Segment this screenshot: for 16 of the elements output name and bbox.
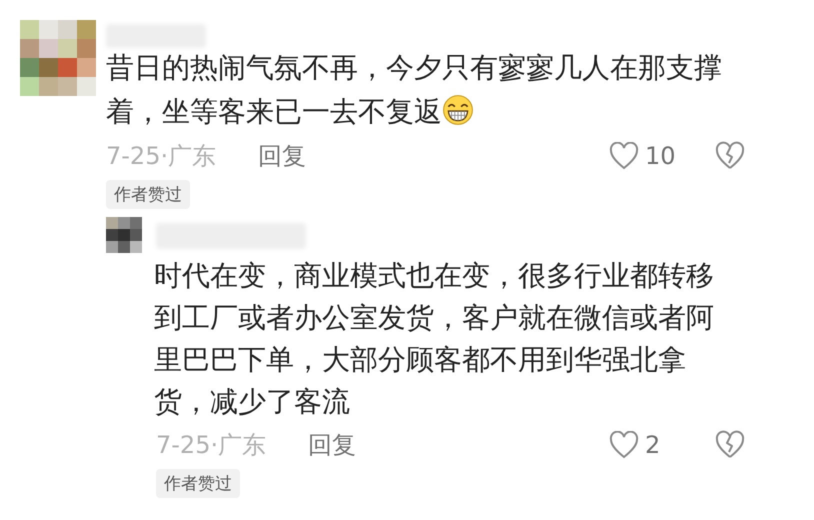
- date-location: 7-25·广东: [156, 430, 268, 461]
- comment-text: 昔日的热闹气氛不再，今夕只有寥寥几人在那支撑着，坐等客来已一去不复返: [106, 50, 723, 130]
- reply-button[interactable]: 回复: [308, 429, 356, 461]
- date-location: 7-25·广东: [106, 141, 218, 172]
- avatar-icon[interactable]: [20, 20, 96, 96]
- heart-icon[interactable]: [609, 431, 639, 459]
- avatar-icon[interactable]: [106, 217, 142, 253]
- like-count: 10: [645, 142, 676, 170]
- broken-heart-icon[interactable]: [714, 430, 746, 460]
- like-count: 2: [645, 431, 660, 459]
- author-liked-badge: 作者赞过: [156, 469, 240, 498]
- comment-text: 时代在变，商业模式也在变，很多行业都转移到工厂或者办公室发货，客户就在微信或者阿里巴巴下单，大部分顾客都不用到华强北拿货，减少了客流: [154, 258, 715, 420]
- broken-heart-icon[interactable]: [714, 141, 746, 171]
- reply-button[interactable]: 回复: [258, 140, 306, 172]
- heart-icon[interactable]: [609, 142, 639, 170]
- author-liked-badge: 作者赞过: [106, 180, 190, 209]
